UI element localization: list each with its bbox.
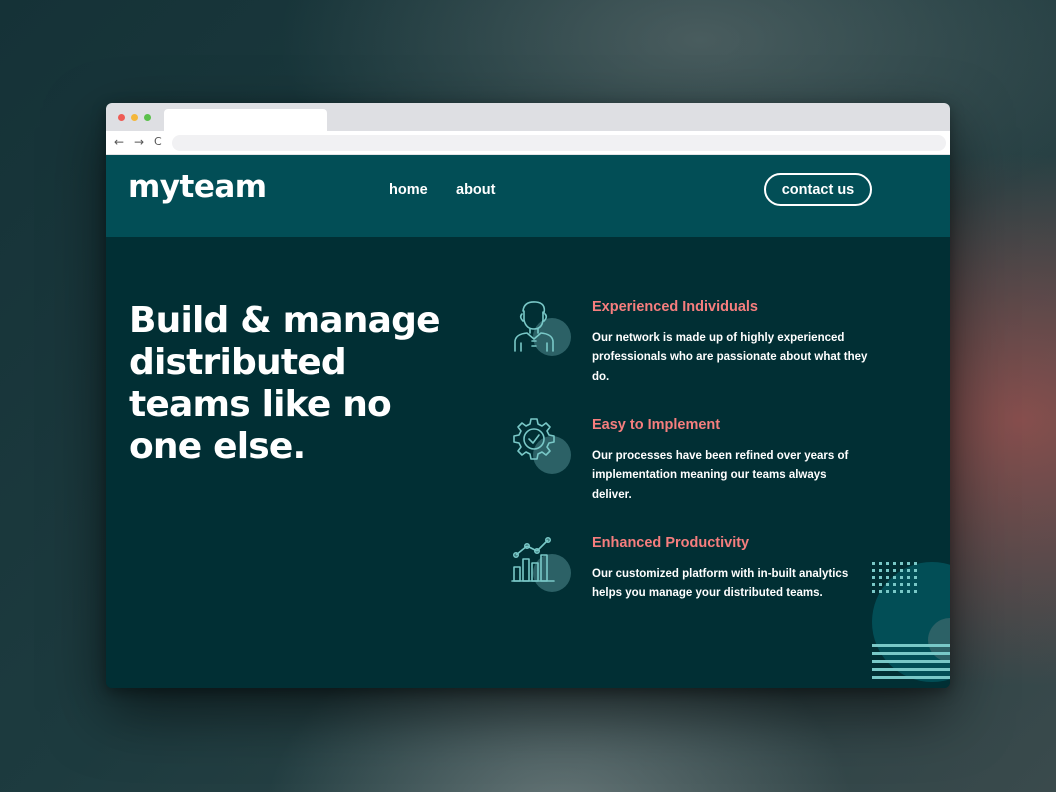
browser-tab[interactable] [164, 109, 327, 131]
decorative-pattern [872, 562, 950, 682]
contact-us-button[interactable]: contact us [764, 173, 872, 206]
hero-section: Build & manage distributed teams like no… [106, 237, 950, 688]
minimize-window-dot[interactable] [131, 114, 138, 121]
feature-title: Experienced Individuals [592, 299, 758, 315]
hero-headline: Build & manage distributed teams like no… [129, 300, 441, 467]
site-header: myteam home about contact us [106, 155, 950, 237]
chart-icon [511, 536, 571, 592]
nav-link-home[interactable]: home [389, 182, 428, 198]
reload-icon[interactable]: C [154, 134, 162, 150]
maximize-window-dot[interactable] [144, 114, 151, 121]
gear-check-icon [513, 418, 571, 474]
feature-title: Enhanced Productivity [592, 535, 750, 551]
feature-description: Our network is made up of highly experie… [592, 332, 868, 383]
feature-description: Our processes have been refined over yea… [592, 450, 849, 501]
browser-toolbar: ← → C [106, 131, 950, 155]
back-arrow-icon[interactable]: ← [114, 134, 124, 150]
browser-window: ← → C myteam home about contact us Build… [106, 103, 950, 688]
feature-title: Easy to Implement [592, 417, 721, 433]
feature-description: Our customized platform with in-built an… [592, 568, 849, 600]
address-bar[interactable] [172, 135, 946, 151]
forward-arrow-icon[interactable]: → [134, 134, 144, 150]
close-window-dot[interactable] [118, 114, 125, 121]
browser-titlebar [106, 103, 950, 131]
site-logo[interactable]: myteam [128, 169, 267, 205]
person-icon [514, 301, 571, 356]
nav-link-about[interactable]: about [456, 182, 495, 198]
